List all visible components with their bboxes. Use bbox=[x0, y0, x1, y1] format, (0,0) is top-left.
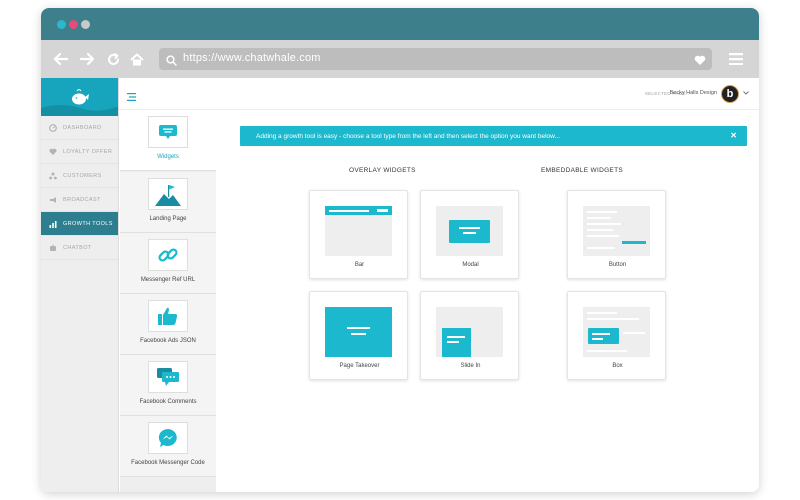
sidebar-item-growth-tools[interactable]: GROWTH TOOLS bbox=[41, 212, 118, 236]
widget-name: Bar bbox=[354, 262, 365, 268]
back-arrow-icon[interactable] bbox=[51, 49, 71, 69]
chevron-down-icon[interactable] bbox=[743, 91, 749, 97]
modal-preview bbox=[436, 206, 503, 256]
button-preview bbox=[583, 206, 650, 256]
widget-name: Box bbox=[612, 363, 623, 369]
customers-icon bbox=[49, 172, 57, 180]
menu-toggle-icon[interactable] bbox=[127, 89, 137, 101]
window-dot-pink[interactable] bbox=[69, 20, 78, 29]
tool-facebook-ads-json[interactable]: Facebook Ads JSON bbox=[120, 294, 216, 355]
sidebar-item-label: CHATBOT bbox=[63, 244, 92, 251]
browser-titlebar bbox=[41, 8, 759, 40]
top-header: SELECTED PAGE : Becky Halls Design b bbox=[119, 78, 759, 110]
messenger-icon bbox=[148, 422, 188, 454]
main-panel: Adding a growth tool is easy - choose a … bbox=[216, 110, 759, 492]
box-preview bbox=[583, 307, 650, 357]
app-area: DASHBOARD LOYALTY OFFER CUSTOMERS BROADC… bbox=[41, 78, 759, 492]
growth-chart-icon bbox=[49, 220, 57, 228]
widget-name: Slide In bbox=[460, 363, 481, 369]
broadcast-icon bbox=[49, 196, 57, 204]
url-text: https://www.chatwhale.com bbox=[183, 52, 321, 64]
sidebar-item-loyalty-offer[interactable]: LOYALTY OFFER bbox=[41, 140, 118, 164]
tool-label: Landing Page bbox=[149, 216, 187, 222]
overlay-widgets-title: OVERLAY WIDGETS bbox=[349, 167, 416, 174]
hamburger-menu-icon[interactable] bbox=[729, 52, 743, 70]
widget-card-page-takeover[interactable]: Page Takeover bbox=[309, 291, 408, 380]
sidebar-item-label: CUSTOMERS bbox=[63, 172, 102, 179]
sidebar-item-chatbot[interactable]: CHATBOT bbox=[41, 236, 118, 260]
bar-preview bbox=[325, 206, 392, 256]
sidebar-item-label: DASHBOARD bbox=[63, 124, 102, 131]
tool-messenger-ref-url[interactable]: Messenger Ref URL bbox=[120, 233, 216, 294]
heart-icon bbox=[49, 148, 57, 156]
sidebar-item-label: GROWTH TOOLS bbox=[63, 220, 113, 227]
browser-window: https://www.chatwhale.com DASHBOARD LOYA… bbox=[41, 8, 759, 492]
widget-card-button[interactable]: Button bbox=[567, 190, 666, 279]
window-dot-blue[interactable] bbox=[57, 20, 66, 29]
embeddable-widgets-title: EMBEDDABLE WIDGETS bbox=[541, 167, 623, 174]
refresh-icon[interactable] bbox=[103, 49, 123, 69]
tool-facebook-comments[interactable]: Facebook Comments bbox=[120, 355, 216, 416]
brand-logo[interactable] bbox=[41, 78, 118, 116]
landing-page-icon bbox=[148, 178, 188, 210]
tool-label: Facebook Comments bbox=[139, 399, 197, 405]
thumbs-up-icon bbox=[148, 300, 188, 332]
tool-label: Facebook Ads JSON bbox=[140, 338, 196, 344]
link-icon bbox=[148, 239, 188, 271]
forward-arrow-icon[interactable] bbox=[77, 49, 97, 69]
selected-page-name[interactable]: Becky Halls Design bbox=[670, 90, 717, 96]
comments-icon bbox=[148, 361, 188, 393]
sidebar: DASHBOARD LOYALTY OFFER CUSTOMERS BROADC… bbox=[41, 78, 119, 492]
search-icon bbox=[166, 53, 177, 71]
tool-label: Messenger Ref URL bbox=[140, 277, 196, 283]
widget-card-slide-in[interactable]: Slide In bbox=[420, 291, 519, 380]
page-takeover-preview bbox=[325, 307, 392, 357]
slide-in-preview bbox=[436, 307, 503, 357]
sidebar-item-label: BROADCAST bbox=[63, 196, 101, 203]
widget-name: Modal bbox=[462, 262, 479, 268]
widget-name: Button bbox=[608, 262, 627, 268]
close-icon[interactable]: ✕ bbox=[730, 131, 737, 140]
home-icon[interactable] bbox=[127, 49, 147, 69]
tool-facebook-messenger-code[interactable]: Facebook Messenger Code bbox=[120, 416, 216, 477]
info-banner: Adding a growth tool is easy - choose a … bbox=[240, 126, 747, 146]
heart-icon[interactable] bbox=[694, 53, 706, 71]
browser-toolbar: https://www.chatwhale.com bbox=[41, 40, 759, 78]
widget-icon bbox=[148, 116, 188, 148]
address-bar[interactable]: https://www.chatwhale.com bbox=[159, 48, 712, 70]
sidebar-item-customers[interactable]: CUSTOMERS bbox=[41, 164, 118, 188]
chatbot-icon bbox=[49, 244, 57, 252]
widget-card-modal[interactable]: Modal bbox=[420, 190, 519, 279]
tool-landing-page[interactable]: Landing Page bbox=[120, 172, 216, 233]
sidebar-item-broadcast[interactable]: BROADCAST bbox=[41, 188, 118, 212]
tool-label: Widgets bbox=[157, 154, 179, 160]
avatar[interactable]: b bbox=[721, 85, 739, 103]
widget-card-bar[interactable]: Bar bbox=[309, 190, 408, 279]
sidebar-item-dashboard[interactable]: DASHBOARD bbox=[41, 116, 118, 140]
window-dot-grey[interactable] bbox=[81, 20, 90, 29]
tool-widgets[interactable]: Widgets bbox=[120, 110, 216, 171]
dashboard-icon bbox=[49, 123, 57, 132]
tool-type-list: Widgets Landing Page Messenger Ref URL F… bbox=[120, 110, 216, 492]
tool-label: Facebook Messenger Code bbox=[131, 460, 205, 466]
widget-card-box[interactable]: Box bbox=[567, 291, 666, 380]
banner-text: Adding a growth tool is easy - choose a … bbox=[256, 132, 560, 140]
sidebar-item-label: LOYALTY OFFER bbox=[63, 148, 113, 155]
widget-name: Page Takeover bbox=[339, 363, 380, 369]
